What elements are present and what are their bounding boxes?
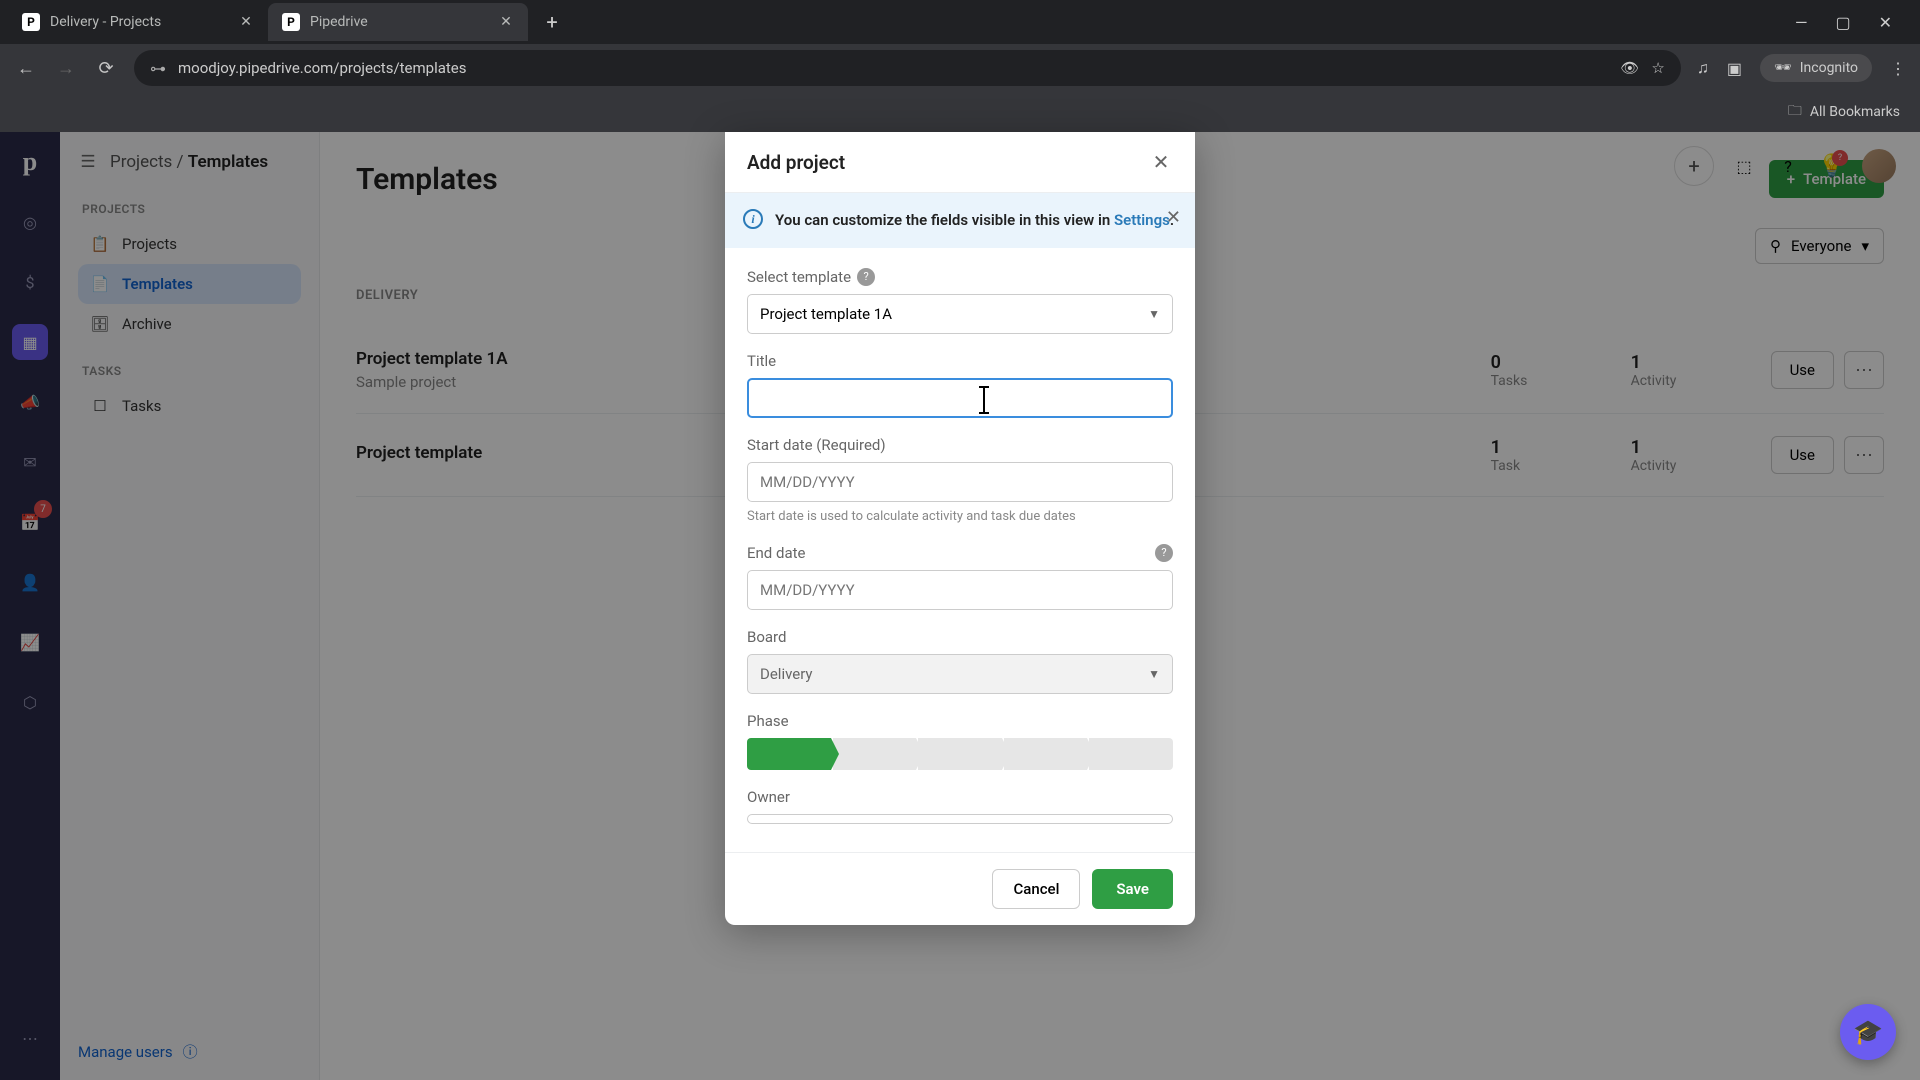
close-icon[interactable]: ✕ (498, 14, 514, 30)
info-banner: i You can customize the fields visible i… (725, 193, 1195, 248)
eye-off-icon[interactable]: 👁 (1620, 59, 1639, 77)
phase-segment[interactable] (1089, 738, 1173, 770)
field-hint: Start date is used to calculate activity… (747, 508, 1173, 526)
field-end-date: End date ? (747, 544, 1173, 610)
select-value: Project template 1A (760, 305, 892, 323)
forward-icon: → (54, 56, 78, 80)
tab-title: Delivery - Projects (50, 14, 228, 30)
start-date-input[interactable] (747, 462, 1173, 502)
phase-segment[interactable] (833, 738, 917, 770)
bookmarks-bar: 🗀 All Bookmarks (0, 92, 1920, 132)
minimize-icon[interactable]: — (1795, 13, 1808, 32)
chevron-down-icon: ▼ (1148, 667, 1160, 681)
incognito-icon: 🕶 (1774, 60, 1792, 76)
info-text: You can customize the fields visible in … (775, 209, 1174, 232)
title-input[interactable] (747, 378, 1173, 418)
modal-footer: Cancel Save (725, 852, 1195, 925)
maximize-icon[interactable]: ▢ (1835, 13, 1850, 32)
end-date-input[interactable] (747, 570, 1173, 610)
graduation-cap-icon: 🎓 (1853, 1018, 1883, 1046)
browser-tab[interactable]: P Pipedrive ✕ (268, 3, 528, 41)
field-owner: Owner (747, 788, 1173, 824)
menu-icon[interactable]: ⋮ (1890, 59, 1906, 78)
folder-icon: 🗀 (1788, 100, 1802, 124)
close-icon[interactable]: ✕ (1149, 150, 1173, 174)
browser-tab[interactable]: P Delivery - Projects ✕ (8, 3, 268, 41)
phase-bar[interactable] (747, 738, 1173, 770)
field-label: Select template ? (747, 268, 1173, 286)
board-select[interactable]: Delivery ▼ (747, 654, 1173, 694)
academy-fab[interactable]: 🎓 (1840, 1004, 1896, 1060)
phase-segment[interactable] (918, 738, 1002, 770)
select-value: Delivery (760, 665, 813, 683)
field-label: Start date (Required) (747, 436, 1173, 454)
label-text: Start date (Required) (747, 436, 886, 454)
info-prefix: You can customize the fields visible in … (775, 211, 1114, 229)
site-settings-icon[interactable]: ⊶ (150, 59, 166, 78)
modal-body[interactable]: i You can customize the fields visible i… (725, 193, 1195, 852)
help-icon[interactable]: ? (857, 268, 875, 286)
template-select[interactable]: Project template 1A ▼ (747, 294, 1173, 334)
phase-segment[interactable] (1004, 738, 1088, 770)
incognito-badge[interactable]: 🕶 Incognito (1760, 54, 1872, 82)
modal-title: Add project (747, 151, 845, 174)
window-controls: — ▢ ✕ (1795, 13, 1912, 32)
field-board: Board Delivery ▼ (747, 628, 1173, 694)
field-start-date: Start date (Required) Start date is used… (747, 436, 1173, 526)
field-title: Title (747, 352, 1173, 418)
label-text: Owner (747, 788, 790, 806)
browser-chrome: P Delivery - Projects ✕ P Pipedrive ✕ + … (0, 0, 1920, 132)
nav-right: ♫ ▣ 🕶 Incognito ⋮ (1697, 54, 1906, 82)
save-button[interactable]: Save (1092, 869, 1173, 909)
settings-link[interactable]: Settings (1114, 211, 1170, 229)
cancel-button[interactable]: Cancel (992, 869, 1080, 909)
phase-segment[interactable] (747, 738, 831, 770)
close-icon[interactable]: ✕ (1166, 207, 1181, 228)
label-text: Title (747, 352, 776, 370)
favicon-icon: P (282, 13, 300, 31)
info-icon: i (743, 209, 763, 229)
form-content: Select template ? Project template 1A ▼ … (725, 248, 1195, 852)
owner-select[interactable] (747, 814, 1173, 824)
url-bar[interactable]: ⊶ moodjoy.pipedrive.com/projects/templat… (134, 50, 1681, 86)
label-text: Phase (747, 712, 789, 730)
field-label: End date ? (747, 544, 1173, 562)
incognito-label: Incognito (1800, 60, 1858, 76)
help-icon[interactable]: ? (1155, 544, 1173, 562)
close-icon[interactable]: ✕ (238, 14, 254, 30)
chevron-down-icon: ▼ (1148, 307, 1160, 321)
back-icon[interactable]: ← (14, 56, 38, 80)
modal-header: Add project ✕ (725, 132, 1195, 193)
all-bookmarks-button[interactable]: 🗀 All Bookmarks (1788, 100, 1900, 124)
star-icon[interactable]: ☆ (1651, 59, 1664, 77)
label-text: End date (747, 544, 805, 562)
reload-icon[interactable]: ⟳ (94, 56, 118, 80)
bookmarks-label: All Bookmarks (1810, 104, 1900, 120)
field-label: Board (747, 628, 1173, 646)
favicon-icon: P (22, 13, 40, 31)
close-window-icon[interactable]: ✕ (1879, 13, 1892, 32)
new-tab-button[interactable]: + (536, 6, 568, 38)
field-label: Owner (747, 788, 1173, 806)
media-icon[interactable]: ♫ (1697, 58, 1709, 78)
panel-icon[interactable]: ▣ (1727, 59, 1742, 78)
field-phase: Phase (747, 712, 1173, 770)
field-template: Select template ? Project template 1A ▼ (747, 268, 1173, 334)
app-container: p ◎ $ ▦ 📣 ✉ 📅7 👤 📈 ⬡ ⋯ ☰ Projects / Temp… (0, 132, 1920, 1080)
label-text: Board (747, 628, 786, 646)
add-project-modal: Add project ✕ i You can customize the fi… (725, 132, 1195, 925)
nav-bar: ← → ⟳ ⊶ moodjoy.pipedrive.com/projects/t… (0, 44, 1920, 92)
field-label: Title (747, 352, 1173, 370)
url-text: moodjoy.pipedrive.com/projects/templates (178, 59, 1608, 77)
tab-title: Pipedrive (310, 14, 488, 30)
label-text: Select template (747, 268, 851, 286)
field-label: Phase (747, 712, 1173, 730)
tab-bar: P Delivery - Projects ✕ P Pipedrive ✕ + … (0, 0, 1920, 44)
